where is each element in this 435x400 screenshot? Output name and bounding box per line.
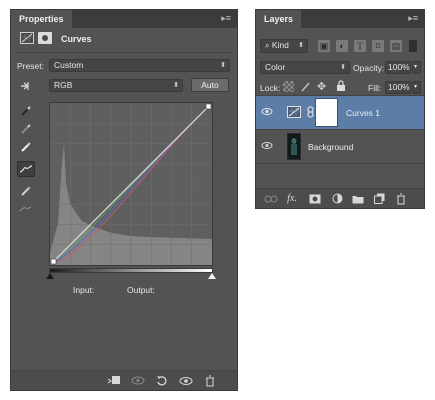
gray-point-eyedropper-icon[interactable]	[19, 122, 33, 136]
chevron-updown-icon: ⬍	[340, 64, 346, 71]
properties-tab-bar: Properties ▸≡	[11, 10, 237, 28]
opacity-label: Opacity:	[353, 63, 385, 73]
panel-menu-icon[interactable]: ▸≡	[408, 13, 418, 24]
filter-smart-object-icon[interactable]: ▤	[390, 40, 402, 52]
header-divider	[15, 52, 233, 53]
channel-dropdown[interactable]: RGB ⬍	[49, 79, 183, 92]
filter-kind-value: Kind	[271, 40, 289, 50]
filter-type-icon[interactable]: T	[354, 40, 366, 52]
filter-adjustment-icon[interactable]: ◐	[336, 40, 348, 52]
layers-list: Curves 1 Background	[256, 95, 424, 189]
edit-curve-points-icon[interactable]	[17, 161, 35, 177]
panel-header-title: Curves	[61, 34, 92, 44]
chevron-down-icon: ▾	[414, 84, 418, 90]
fill-label: Fill:	[368, 83, 382, 93]
lock-image-brush-icon[interactable]	[300, 81, 311, 94]
new-adjustment-layer-icon[interactable]	[330, 192, 344, 205]
black-point-eyedropper-icon[interactable]	[19, 104, 33, 118]
chevron-updown-icon: ⬍	[220, 62, 226, 69]
blend-mode-dropdown[interactable]: Color ⬍	[260, 61, 350, 74]
filter-kind-dropdown[interactable]: ⌕ Kind ⬍	[260, 39, 308, 53]
smooth-curve-icon[interactable]	[18, 202, 32, 216]
fill-stepper[interactable]: ▾	[412, 81, 421, 94]
curve-point-black	[50, 258, 57, 265]
properties-bottom-bar	[11, 370, 237, 390]
blend-mode-value: Color	[265, 62, 286, 72]
chevron-down-icon: ▾	[414, 64, 418, 70]
draw-curve-pencil-icon[interactable]	[19, 184, 33, 198]
eye-icon[interactable]	[261, 107, 273, 118]
input-gradient-slider	[49, 268, 213, 273]
filter-pixel-icon[interactable]: ▣	[318, 40, 330, 52]
opacity-input[interactable]: 100%	[385, 61, 411, 74]
lock-label: Lock:	[260, 83, 281, 93]
input-label: Input:	[73, 285, 95, 295]
properties-panel: Properties ▸≡ Curves Preset: Custom ⬍ RG…	[10, 9, 238, 391]
new-group-folder-icon[interactable]	[351, 192, 365, 205]
black-point-slider-handle[interactable]	[46, 273, 54, 279]
tab-properties[interactable]: Properties	[11, 10, 72, 28]
curve-point-white	[205, 103, 212, 110]
layer-name: Background	[308, 142, 354, 152]
link-chain-icon[interactable]	[307, 106, 314, 120]
layer-row-curves[interactable]: Curves 1	[256, 96, 424, 130]
opacity-value: 100%	[388, 62, 410, 72]
opacity-stepper[interactable]: ▾	[412, 61, 421, 74]
link-layers-icon[interactable]	[264, 192, 278, 205]
preset-dropdown[interactable]: Custom ⬍	[49, 59, 230, 72]
layers-bottom-bar: fx.	[256, 188, 424, 208]
layer-image-thumbnail[interactable]	[287, 133, 301, 160]
reset-defaults-icon[interactable]	[155, 374, 169, 387]
fill-value: 100%	[388, 82, 410, 92]
view-previous-state-icon[interactable]	[131, 374, 145, 387]
chevron-updown-icon: ⬍	[298, 42, 304, 49]
lock-transparent-icon[interactable]	[283, 81, 294, 92]
new-layer-icon[interactable]	[372, 192, 386, 205]
white-point-eyedropper-icon[interactable]	[19, 140, 33, 154]
trash-icon[interactable]	[394, 192, 408, 205]
curves-adjustment-icon[interactable]	[20, 32, 34, 44]
curves-graph-svg	[50, 103, 212, 265]
search-icon: ⌕	[265, 41, 270, 50]
white-point-slider-handle[interactable]	[208, 273, 216, 279]
layer-row-background[interactable]: Background	[256, 130, 424, 164]
tab-layers[interactable]: Layers	[256, 10, 302, 28]
curves-graph[interactable]	[49, 102, 213, 266]
fill-input[interactable]: 100%	[385, 81, 411, 94]
filter-toggle-switch[interactable]	[409, 40, 417, 52]
layers-panel: Layers ▸≡ ⌕ Kind ⬍ ▣ ◐ T ⌑ ▤ Color ⬍ Opa…	[255, 9, 425, 209]
preset-value: Custom	[54, 60, 84, 70]
add-mask-icon[interactable]	[308, 192, 322, 205]
layers-tab-bar: Layers ▸≡	[256, 10, 424, 28]
eye-icon[interactable]	[261, 141, 273, 152]
delete-adjustment-icon[interactable]	[203, 374, 217, 387]
toggle-visibility-icon[interactable]	[179, 374, 193, 387]
preset-label: Preset:	[17, 61, 44, 71]
layer-name: Curves 1	[346, 108, 381, 118]
lock-position-move-icon[interactable]: ✥	[317, 80, 326, 93]
clip-to-layer-icon[interactable]	[107, 374, 121, 387]
panel-menu-icon[interactable]: ▸≡	[221, 13, 231, 24]
filter-shape-icon[interactable]: ⌑	[372, 40, 384, 52]
chevron-updown-icon: ⬍	[173, 82, 179, 89]
channel-value: RGB	[54, 80, 73, 90]
layer-mask-icon[interactable]	[38, 32, 52, 44]
layer-mask-thumbnail[interactable]	[315, 98, 338, 127]
curves-adjustment-icon	[287, 106, 301, 118]
auto-button[interactable]: Auto	[191, 78, 229, 92]
output-label: Output:	[127, 285, 155, 295]
sample-in-image-icon[interactable]	[19, 79, 33, 93]
layer-style-fx-icon[interactable]: fx.	[285, 192, 299, 205]
lock-all-icon[interactable]	[336, 80, 346, 94]
